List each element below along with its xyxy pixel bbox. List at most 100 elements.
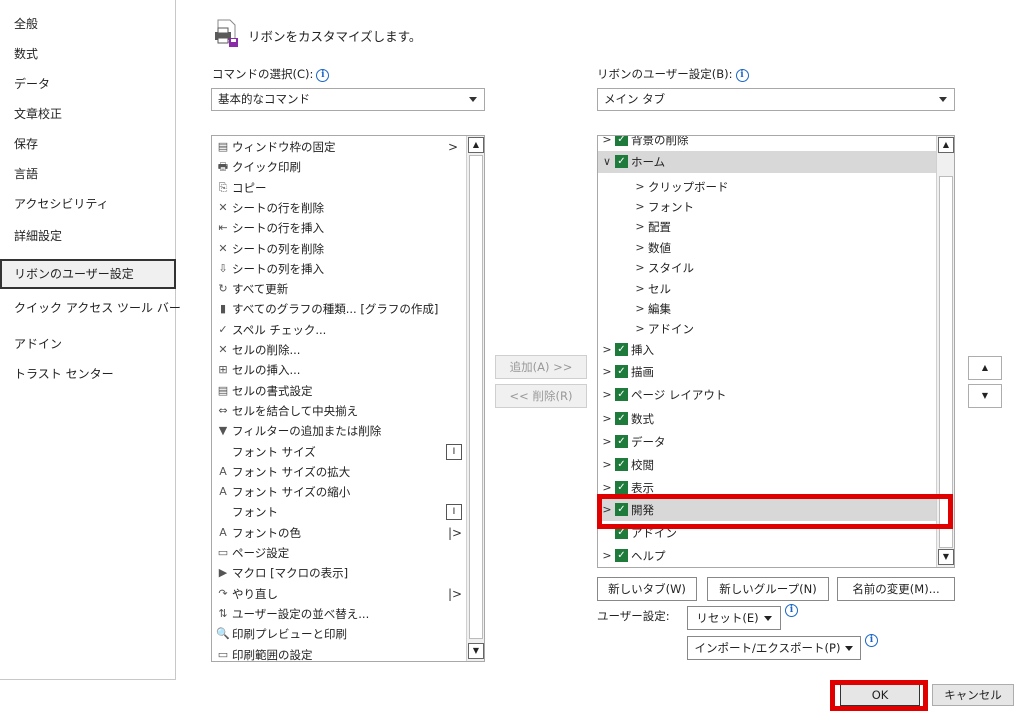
chevron-right-icon[interactable]: > — [601, 339, 613, 361]
command-item[interactable]: A フォント サイズの縮小 — [212, 482, 464, 502]
ribbon-group-item[interactable]: > 配置 — [598, 216, 938, 238]
chevron-right-icon[interactable]: > — [601, 361, 613, 383]
chevron-right-icon[interactable]: > — [601, 477, 613, 499]
command-item[interactable]: ⇤ シートの行を挿入 — [212, 218, 464, 238]
ribbon-group-item[interactable]: > スタイル — [598, 257, 938, 279]
command-item[interactable]: ✓ スペル チェック... — [212, 320, 464, 340]
chevron-right-icon[interactable]: > — [634, 176, 646, 198]
checkbox[interactable]: ✓ — [615, 412, 628, 425]
command-item[interactable]: ✕ シートの行を削除 — [212, 198, 464, 218]
command-item[interactable]: ↻ すべて更新 — [212, 279, 464, 299]
add-button[interactable]: 追加(A) >> — [495, 355, 587, 379]
ribbon-group-item[interactable]: > 編集 — [598, 298, 938, 320]
chevron-down-icon[interactable]: ∨ — [601, 151, 613, 173]
checkbox[interactable]: ✓ — [615, 343, 628, 356]
command-item[interactable]: A フォントの色 |> — [212, 523, 464, 543]
command-item[interactable]: ⊞ セルの挿入... — [212, 360, 464, 380]
ribbon-tab-item[interactable]: > ✓ データ — [598, 431, 938, 453]
command-item[interactable]: ▮ すべてのグラフの種類... [グラフの作成] — [212, 299, 464, 319]
command-item[interactable]: ▼ フィルターの追加または削除 — [212, 421, 464, 441]
checkbox[interactable]: ✓ — [615, 435, 628, 448]
scroll-up-button[interactable]: ▲ — [468, 137, 484, 153]
move-down-button[interactable]: ▼ — [968, 384, 1002, 408]
chevron-right-icon[interactable]: > — [601, 431, 613, 453]
chevron-right-icon[interactable]: > — [601, 408, 613, 430]
new-group-button[interactable]: 新しいグループ(N) — [707, 577, 829, 601]
new-tab-button[interactable]: 新しいタブ(W) — [597, 577, 697, 601]
remove-button[interactable]: << 削除(R) — [495, 384, 587, 408]
chevron-right-icon[interactable]: > — [634, 298, 646, 320]
checkbox[interactable]: ✓ — [615, 388, 628, 401]
nav-item[interactable]: リボンのユーザー設定 — [0, 259, 176, 289]
checkbox[interactable]: ✓ — [615, 458, 628, 471]
checkbox[interactable]: ✓ — [615, 481, 628, 494]
ribbon-scrollbar[interactable]: ▲ ▼ — [936, 136, 954, 567]
command-item[interactable]: ▤ セルの書式設定 — [212, 381, 464, 401]
info-icon[interactable]: i — [735, 69, 749, 82]
rename-button[interactable]: 名前の変更(M)... — [837, 577, 955, 601]
chevron-right-icon[interactable]: > — [634, 216, 646, 238]
checkbox[interactable]: ✓ — [615, 155, 628, 168]
commands-scrollbar[interactable]: ▲ ▼ — [466, 136, 484, 661]
command-item[interactable]: ⎘ コピー — [212, 178, 464, 198]
chevron-right-icon[interactable]: > — [601, 499, 613, 521]
ribbon-group-item[interactable]: > アドイン — [598, 318, 938, 340]
commands-dropdown[interactable]: 基本的なコマンド — [211, 88, 485, 111]
nav-item[interactable]: 保存 — [0, 130, 176, 158]
command-item[interactable]: ↷ やり直し |> — [212, 584, 464, 604]
info-icon[interactable]: i — [785, 604, 798, 617]
chevron-right-icon[interactable]: > — [601, 454, 613, 476]
nav-item[interactable]: 詳細設定 — [0, 222, 176, 250]
command-item[interactable]: ▶ マクロ [マクロの表示] — [212, 563, 464, 583]
move-up-button[interactable]: ▲ — [968, 356, 1002, 380]
command-item[interactable]: ✕ シートの列を削除 — [212, 239, 464, 259]
ribbon-tab-item[interactable]: ✓ アドイン — [598, 522, 938, 544]
info-icon[interactable]: i — [865, 634, 878, 647]
ribbon-tab-item[interactable]: > ✓ ページ レイアウト — [598, 384, 938, 406]
ribbon-dropdown[interactable]: メイン タブ — [597, 88, 955, 111]
ok-button[interactable]: OK — [840, 684, 920, 706]
command-item[interactable]: ▭ 印刷範囲の設定 — [212, 645, 464, 662]
nav-item[interactable]: 言語 — [0, 160, 176, 188]
info-icon[interactable]: i — [316, 69, 330, 82]
chevron-right-icon[interactable]: > — [634, 196, 646, 218]
command-item[interactable]: フォント サイズ I — [212, 442, 464, 462]
ribbon-tab-item[interactable]: > ✓ ヘルプ — [598, 545, 938, 567]
checkbox[interactable]: ✓ — [615, 503, 628, 516]
scroll-thumb[interactable] — [939, 176, 953, 548]
command-item[interactable]: A フォント サイズの拡大 — [212, 462, 464, 482]
nav-item[interactable]: トラスト センター — [0, 360, 176, 388]
chevron-right-icon[interactable]: > — [601, 545, 613, 567]
checkbox[interactable]: ✓ — [615, 526, 628, 539]
ribbon-group-item[interactable]: > クリップボード — [598, 176, 938, 198]
chevron-right-icon[interactable]: > — [634, 278, 646, 300]
ribbon-tab-item[interactable]: > ✓ 表示 — [598, 477, 938, 499]
ribbon-tab-item[interactable]: > ✓ 数式 — [598, 408, 938, 430]
nav-item[interactable]: クイック アクセス ツール バー — [0, 294, 181, 322]
ribbon-group-item[interactable]: > フォント — [598, 196, 938, 218]
ribbon-tab-item[interactable]: ∨ ✓ ホーム — [598, 151, 938, 173]
command-item[interactable]: ▤ ウィンドウ枠の固定 > — [212, 137, 464, 157]
command-item[interactable]: ▭ ページ設定 — [212, 543, 464, 563]
scroll-down-button[interactable]: ▼ — [468, 643, 484, 659]
ribbon-tab-item[interactable]: > ✓ 描画 — [598, 361, 938, 383]
chevron-right-icon[interactable]: > — [634, 318, 646, 340]
checkbox[interactable]: ✓ — [615, 136, 628, 146]
command-item[interactable]: ⇔ セルを結合して中央揃え — [212, 401, 464, 421]
nav-item[interactable]: データ — [0, 70, 176, 98]
command-item[interactable]: フォント I — [212, 502, 464, 522]
ribbon-tab-item[interactable]: > ✓ 校閲 — [598, 454, 938, 476]
nav-item[interactable]: 文章校正 — [0, 100, 176, 128]
ribbon-group-item[interactable]: > 数値 — [598, 237, 938, 259]
command-item[interactable]: ⇩ シートの列を挿入 — [212, 259, 464, 279]
ribbon-tab-item[interactable]: > ✓ 背景の削除 — [598, 136, 938, 151]
chevron-right-icon[interactable]: > — [601, 136, 613, 151]
checkbox[interactable]: ✓ — [615, 549, 628, 562]
cancel-button[interactable]: キャンセル — [932, 684, 1014, 706]
ribbon-tab-item[interactable]: > ✓ 挿入 — [598, 339, 938, 361]
scroll-thumb[interactable] — [469, 155, 483, 639]
reset-button[interactable]: リセット(E) — [687, 606, 781, 630]
commands-list[interactable]: ▲ ▼ ▤ ウィンドウ枠の固定 > 🖶 クイック印刷 ⎘ コピー ✕ シートの行を削除 ⇤ シートの… — [211, 135, 485, 662]
nav-item[interactable]: 全般 — [0, 10, 176, 38]
scroll-down-button[interactable]: ▼ — [938, 549, 954, 565]
